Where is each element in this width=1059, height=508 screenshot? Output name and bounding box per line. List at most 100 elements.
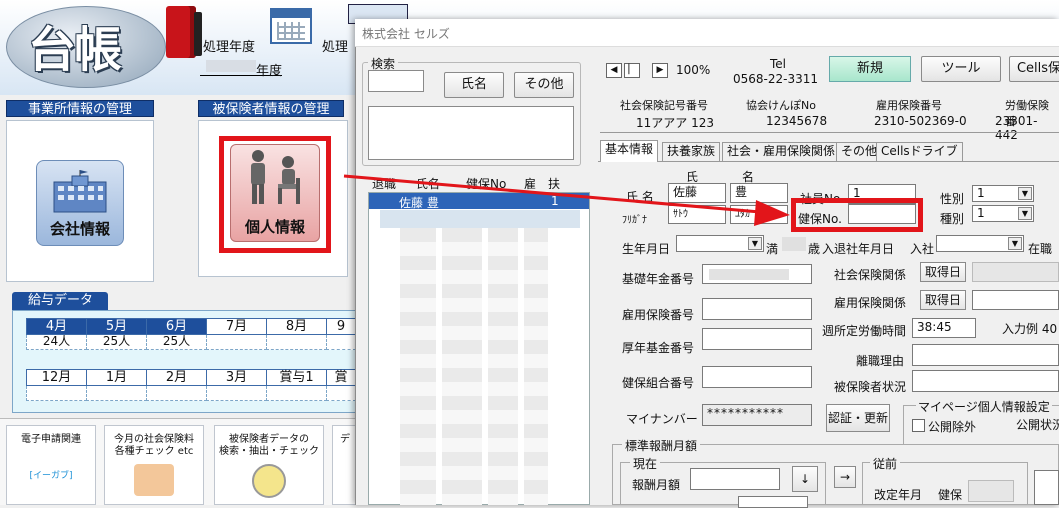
chevron-down-icon: ▼ bbox=[1008, 237, 1022, 250]
birth-date-select[interactable]: ▼ bbox=[676, 235, 764, 252]
list-col-redacted bbox=[488, 228, 518, 505]
list-col-redacted bbox=[524, 228, 548, 505]
col-retired: 退職 bbox=[372, 177, 397, 191]
public-exclude-checkbox[interactable] bbox=[912, 419, 925, 432]
welfare-fund-input[interactable] bbox=[702, 328, 812, 350]
revise-month-input[interactable] bbox=[738, 496, 808, 508]
count-row-1: 24人 25人 25人 bbox=[26, 335, 356, 350]
chevron-down-icon: ▼ bbox=[748, 237, 762, 250]
month-cell[interactable]: 7月 bbox=[206, 318, 267, 335]
insured-search-tile[interactable]: 被保険者データの 検索・抽出・チェック bbox=[214, 425, 324, 505]
e-application-tile[interactable]: 電子申請関連 [イーガブ] bbox=[6, 425, 96, 505]
leave-reason-input[interactable] bbox=[912, 344, 1059, 366]
first-name-input[interactable]: 豊 bbox=[730, 183, 788, 203]
tools-button[interactable]: ツール bbox=[921, 56, 1001, 82]
gender-select[interactable]: 1 ▼ bbox=[972, 185, 1034, 202]
magnifier-icon bbox=[252, 464, 286, 498]
search-by-name-button[interactable]: 氏名 bbox=[444, 72, 504, 98]
input-example: 入力例 40 bbox=[1002, 322, 1058, 336]
last-name-input[interactable]: 佐藤 bbox=[668, 183, 726, 203]
month-cell[interactable]: 9 bbox=[326, 318, 356, 335]
month-cell[interactable]: 8月 bbox=[266, 318, 327, 335]
insured-status-input[interactable] bbox=[912, 370, 1059, 392]
join-date-select[interactable]: ▼ bbox=[936, 235, 1024, 252]
birth-date-label: 生年月日 bbox=[622, 242, 671, 256]
emp-ins-date-input[interactable] bbox=[972, 290, 1059, 310]
social-ins-date-input[interactable] bbox=[972, 262, 1059, 282]
first-record-button[interactable]: ◀ bbox=[606, 63, 622, 78]
people-icon bbox=[251, 150, 300, 204]
insured-status-label: 被保険者状況 bbox=[834, 380, 907, 394]
social-ins-acquire-button[interactable]: 取得日 bbox=[920, 262, 966, 282]
month-cell[interactable]: 1月 bbox=[86, 369, 147, 386]
tile-label: デ bbox=[340, 434, 350, 445]
emp-ins-no-field-label: 雇用保険番号 bbox=[622, 308, 695, 322]
mynumber-input[interactable]: *********** bbox=[702, 404, 812, 426]
employee-count: 24人 bbox=[26, 335, 87, 350]
employee-row-selected[interactable]: 佐藤 豊 1 bbox=[369, 193, 589, 210]
copy-down-button[interactable]: ↓ bbox=[792, 466, 818, 492]
tab-insurance[interactable]: 社会・雇用保険関係 bbox=[722, 142, 841, 161]
kana-last-input[interactable]: ｻﾄｳ bbox=[668, 205, 726, 224]
employee-count bbox=[26, 386, 87, 401]
processing-label: 処理 bbox=[322, 40, 349, 55]
month-cell[interactable]: 12月 bbox=[26, 369, 87, 386]
leave-reason-label: 離職理由 bbox=[856, 354, 905, 368]
month-cell[interactable]: 賞与1 bbox=[266, 369, 327, 386]
emp-ins-no-input[interactable] bbox=[702, 298, 812, 320]
month-cell[interactable]: 6月 bbox=[146, 318, 207, 335]
emp-ins-acquire-button[interactable]: 取得日 bbox=[920, 290, 966, 310]
health-no-highlight bbox=[791, 198, 923, 232]
tel-value: 0568-22-3311 bbox=[733, 72, 819, 86]
join-leave-label: 入退社年月日 bbox=[822, 242, 895, 256]
kind-select[interactable]: 1 ▼ bbox=[972, 205, 1034, 222]
next-record-button[interactable]: ▶ bbox=[652, 63, 668, 78]
tenure-label: 在職 bbox=[1028, 242, 1053, 256]
kenpo-grade-input[interactable] bbox=[968, 480, 1014, 502]
building-icon bbox=[53, 170, 107, 213]
side-input[interactable] bbox=[1034, 470, 1059, 505]
employee-count bbox=[326, 335, 356, 350]
age-redacted bbox=[782, 237, 806, 251]
divider bbox=[600, 132, 1059, 133]
kind-label: 種別 bbox=[940, 212, 965, 226]
health-union-label: 健保組合番号 bbox=[622, 376, 695, 390]
current-legend: 現在 bbox=[630, 455, 661, 472]
gender-value: 1 bbox=[977, 186, 985, 200]
tile-label: 今月の社会保険料 bbox=[114, 434, 194, 445]
search-other-button[interactable]: その他 bbox=[514, 72, 574, 98]
prev-record-button[interactable]: ▏ bbox=[624, 63, 640, 78]
month-cell[interactable]: 3月 bbox=[206, 369, 267, 386]
calendar-icon[interactable] bbox=[270, 8, 312, 44]
tab-cells-drive[interactable]: Cellsドライブ bbox=[876, 142, 963, 161]
health-union-input[interactable] bbox=[702, 366, 812, 388]
premium-check-tile[interactable]: 今月の社会保険料 各種チェック etc bbox=[104, 425, 204, 505]
dialog-titlebar[interactable] bbox=[355, 19, 1059, 47]
move-right-button[interactable]: → bbox=[834, 466, 856, 488]
kana-first-input[interactable]: ﾕﾀｶ bbox=[730, 205, 788, 224]
ledger-book-icon[interactable] bbox=[166, 6, 202, 58]
name-label: 氏 名 bbox=[626, 190, 654, 204]
month-cell[interactable]: 5月 bbox=[86, 318, 147, 335]
cells-button[interactable]: Cells保 bbox=[1009, 56, 1059, 82]
month-cell[interactable]: 2月 bbox=[146, 369, 207, 386]
welfare-fund-label: 厚年基金番号 bbox=[622, 341, 695, 355]
new-button[interactable]: 新規 bbox=[829, 56, 911, 82]
kenpo-label: 健保 bbox=[938, 488, 963, 502]
office-info-header: 事業所情報の管理 bbox=[6, 100, 154, 117]
month-cell[interactable]: 4月 bbox=[26, 318, 87, 335]
tab-basic-info[interactable]: 基本情報 bbox=[600, 140, 659, 162]
list-col-redacted bbox=[442, 228, 482, 505]
tab-dependents[interactable]: 扶養家族 bbox=[662, 142, 721, 161]
month-cell[interactable]: 賞 bbox=[326, 369, 356, 386]
employee-count: 25人 bbox=[86, 335, 147, 350]
monthly-pay-label: 報酬月額 bbox=[632, 478, 681, 492]
search-result-box[interactable] bbox=[368, 106, 574, 160]
pension-no-input[interactable] bbox=[702, 264, 812, 284]
weekly-hours-input[interactable]: 38:45 bbox=[912, 318, 976, 338]
monthly-pay-input[interactable] bbox=[690, 468, 780, 490]
auth-update-button[interactable]: 認証・更新 bbox=[826, 404, 890, 432]
search-input[interactable] bbox=[368, 70, 424, 92]
insured-info-header: 被保険者情報の管理 bbox=[198, 100, 344, 117]
col-name: 氏名 bbox=[416, 177, 441, 191]
